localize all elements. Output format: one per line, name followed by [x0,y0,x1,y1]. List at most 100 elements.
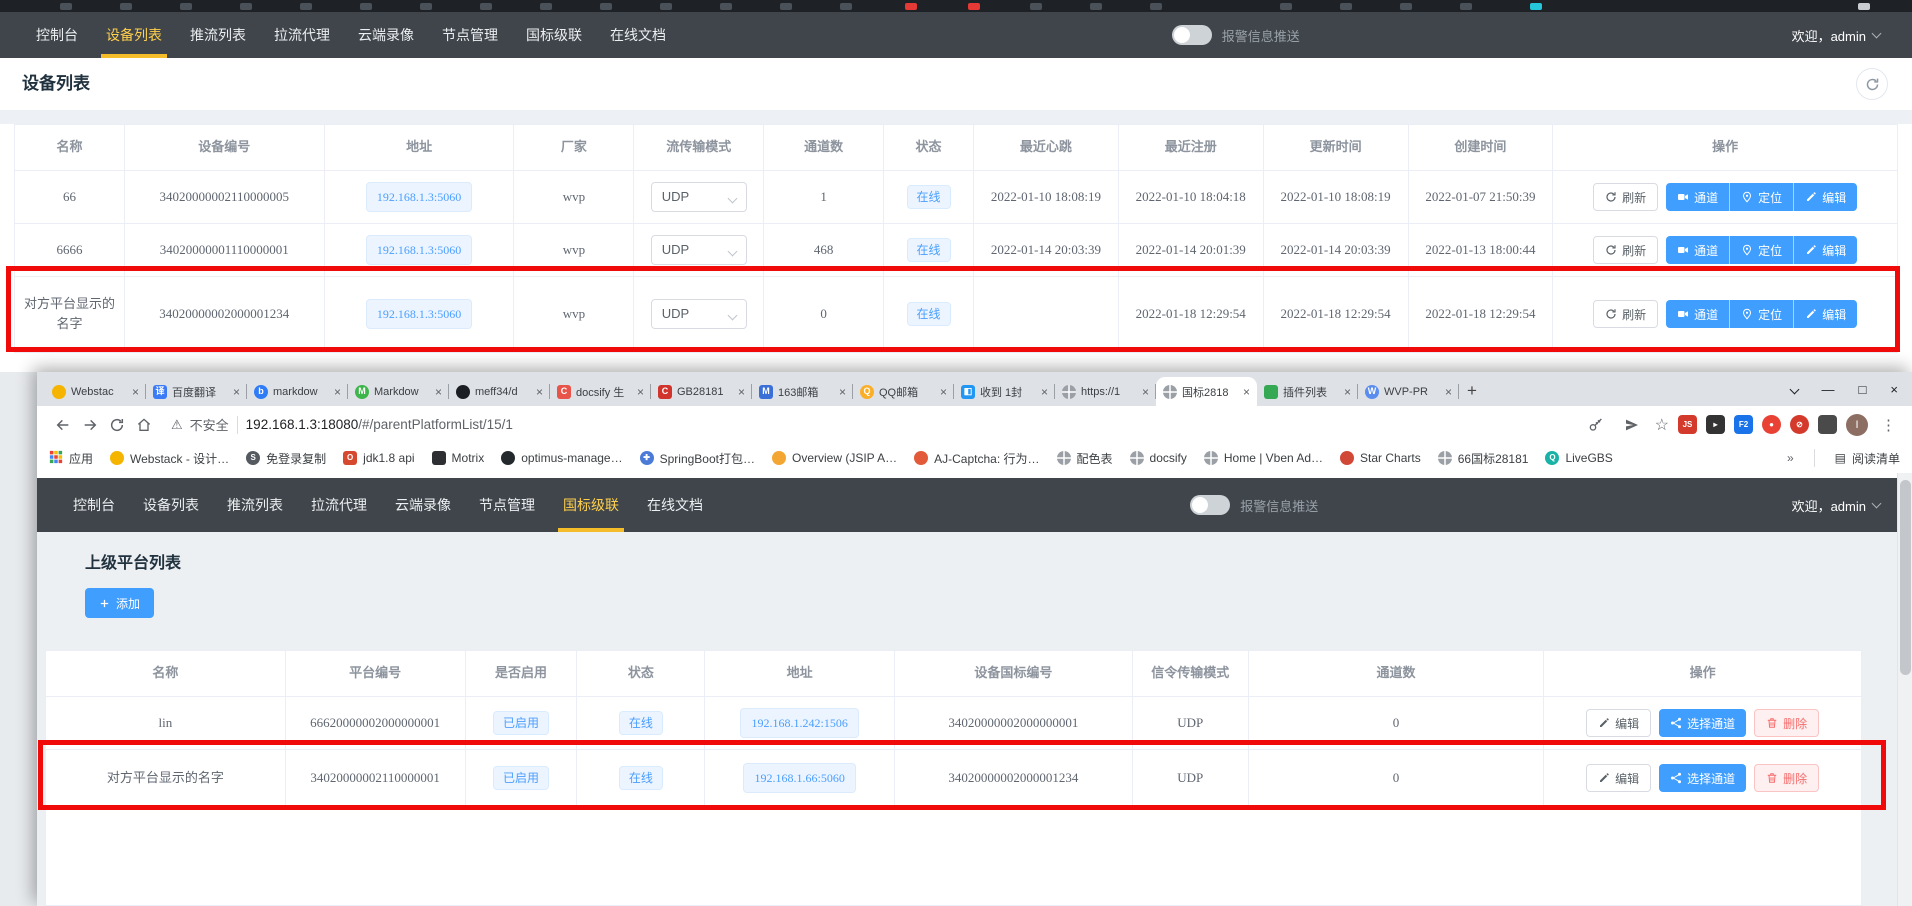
bookmark-item[interactable]: Overview (JSIP A… [772,451,897,465]
tab-close-icon[interactable]: × [132,385,139,399]
edit-button[interactable]: 编辑 [1794,236,1857,264]
delete-button[interactable]: 删除 [1754,709,1819,737]
bookmark-item[interactable]: 配色表 [1057,450,1113,467]
site-security[interactable]: ⚠ 不安全 [171,415,229,434]
extension-icon[interactable]: ▸ [1706,415,1725,434]
bookmark-item[interactable]: Home | Vben Ad… [1204,451,1323,465]
page-scrollbar[interactable] [1897,473,1912,906]
select-channels-button[interactable]: 选择通道 [1659,709,1746,737]
nav-item-拉流代理[interactable]: 拉流代理 [260,12,344,58]
bookmark-item[interactable]: 66国标28181 [1438,450,1529,467]
user-menu[interactable]: 欢迎，admin [1792,26,1880,45]
nav-item-云端录像[interactable]: 云端录像 [381,478,465,532]
alarm-toggle[interactable] [1190,495,1230,515]
tab-close-icon[interactable]: × [940,385,947,399]
locate-button[interactable]: 定位 [1730,183,1794,211]
send-icon[interactable] [1619,411,1646,438]
extension-icon[interactable]: F2 [1734,415,1753,434]
bookmark-star-icon[interactable]: ☆ [1655,415,1669,435]
locate-button[interactable]: 定位 [1730,236,1794,264]
extension-icon[interactable]: JS [1678,415,1697,434]
user-menu[interactable]: 欢迎，admin [1792,496,1880,515]
refresh-row-button[interactable]: 刷新 [1593,236,1658,264]
bookmarks-overflow-icon[interactable]: » [1787,451,1794,465]
nav-item-节点管理[interactable]: 节点管理 [428,12,512,58]
browser-tab[interactable]: 译百度翻译× [146,377,247,406]
maximize-icon[interactable]: □ [1859,382,1867,397]
address-chip[interactable]: 192.168.1.3:5060 [366,182,472,213]
extension-icon[interactable]: ● [1762,415,1781,434]
browser-tab[interactable]: QQQ邮箱× [853,377,954,406]
browser-tab[interactable]: https://1× [1055,377,1156,406]
browser-tab[interactable]: 插件列表× [1257,377,1358,406]
bookmark-item[interactable]: ✚SpringBoot打包… [640,450,755,467]
browser-tab[interactable]: meff34/d× [449,377,550,406]
nav-item-推流列表[interactable]: 推流列表 [176,12,260,58]
key-icon[interactable] [1583,411,1610,438]
nav-item-在线文档[interactable]: 在线文档 [596,12,680,58]
apps-shortcut[interactable]: 应用 [49,450,93,467]
address-bar[interactable]: 192.168.1.3:18080/#/parentPlatformList/1… [246,417,513,432]
reading-list-button[interactable]: ▤ 阅读清单 [1835,450,1900,467]
bookmark-item[interactable]: Ojdk1.8 api [343,451,414,465]
browser-tab[interactable]: Cdocsify 生× [550,377,651,406]
nav-item-推流列表[interactable]: 推流列表 [213,478,297,532]
bookmark-item[interactable]: docsify [1130,451,1187,465]
browser-tab[interactable]: CGB28181× [651,377,752,406]
tab-close-icon[interactable]: × [637,385,644,399]
tab-close-icon[interactable]: × [334,385,341,399]
alarm-toggle[interactable] [1172,25,1212,45]
home-icon[interactable] [130,411,157,438]
refresh-row-button[interactable]: 刷新 [1593,183,1658,211]
nav-item-在线文档[interactable]: 在线文档 [633,478,717,532]
edit-button[interactable]: 编辑 [1586,709,1651,737]
channels-button[interactable]: 通道 [1666,236,1730,264]
stream-mode-select[interactable]: UDP [651,235,747,265]
nav-item-国标级联[interactable]: 国标级联 [512,12,596,58]
nav-item-控制台[interactable]: 控制台 [22,12,92,58]
bookmark-item[interactable]: Webstack - 设计… [110,450,229,467]
back-icon[interactable] [49,411,76,438]
minimize-icon[interactable]: — [1822,382,1835,397]
tab-close-icon[interactable]: × [1344,385,1351,399]
browser-tab[interactable]: 国标2818× [1156,377,1257,406]
edit-button[interactable]: 编辑 [1794,183,1857,211]
nav-item-国标级联[interactable]: 国标级联 [549,478,633,532]
browser-menu-icon[interactable]: ⋮ [1877,416,1900,434]
bookmark-item[interactable]: Motrix [432,451,485,465]
browser-tab[interactable]: MMarkdow× [348,377,449,406]
forward-icon[interactable] [76,411,103,438]
avatar[interactable]: I [1846,414,1868,436]
stream-mode-select[interactable]: UDP [651,182,747,212]
add-platform-button[interactable]: 添加 [85,588,154,618]
tab-close-icon[interactable]: × [1243,385,1250,399]
bookmark-item[interactable]: QLiveGBS [1545,451,1612,465]
address-chip[interactable]: 192.168.1.242:1506 [740,708,858,739]
nav-item-节点管理[interactable]: 节点管理 [465,478,549,532]
bookmark-item[interactable]: S免登录复制 [246,450,326,467]
tab-close-icon[interactable]: × [839,385,846,399]
bookmark-item[interactable]: Star Charts [1340,451,1421,465]
bookmark-item[interactable]: AJ-Captcha: 行为… [914,450,1039,467]
reload-icon[interactable] [103,411,130,438]
tab-close-icon[interactable]: × [233,385,240,399]
browser-tab[interactable]: ◧收到 1封× [954,377,1055,406]
tab-close-icon[interactable]: × [738,385,745,399]
browser-tab[interactable]: bmarkdow× [247,377,348,406]
channels-button[interactable]: 通道 [1666,183,1730,211]
nav-item-设备列表[interactable]: 设备列表 [92,12,176,58]
browser-tab[interactable]: Webstac× [45,377,146,406]
tab-close-icon[interactable]: × [1041,385,1048,399]
browser-tab[interactable]: WWVP-PR× [1358,377,1459,406]
bookmark-item[interactable]: optimus-manage… [501,451,622,465]
close-icon[interactable]: × [1890,382,1898,397]
nav-item-设备列表[interactable]: 设备列表 [129,478,213,532]
tab-close-icon[interactable]: × [435,385,442,399]
nav-item-拉流代理[interactable]: 拉流代理 [297,478,381,532]
address-chip[interactable]: 192.168.1.3:5060 [366,235,472,266]
extension-icon[interactable] [1818,415,1837,434]
nav-item-控制台[interactable]: 控制台 [59,478,129,532]
nav-item-云端录像[interactable]: 云端录像 [344,12,428,58]
scrollbar-thumb[interactable] [1900,480,1911,675]
refresh-button[interactable] [1856,68,1888,100]
